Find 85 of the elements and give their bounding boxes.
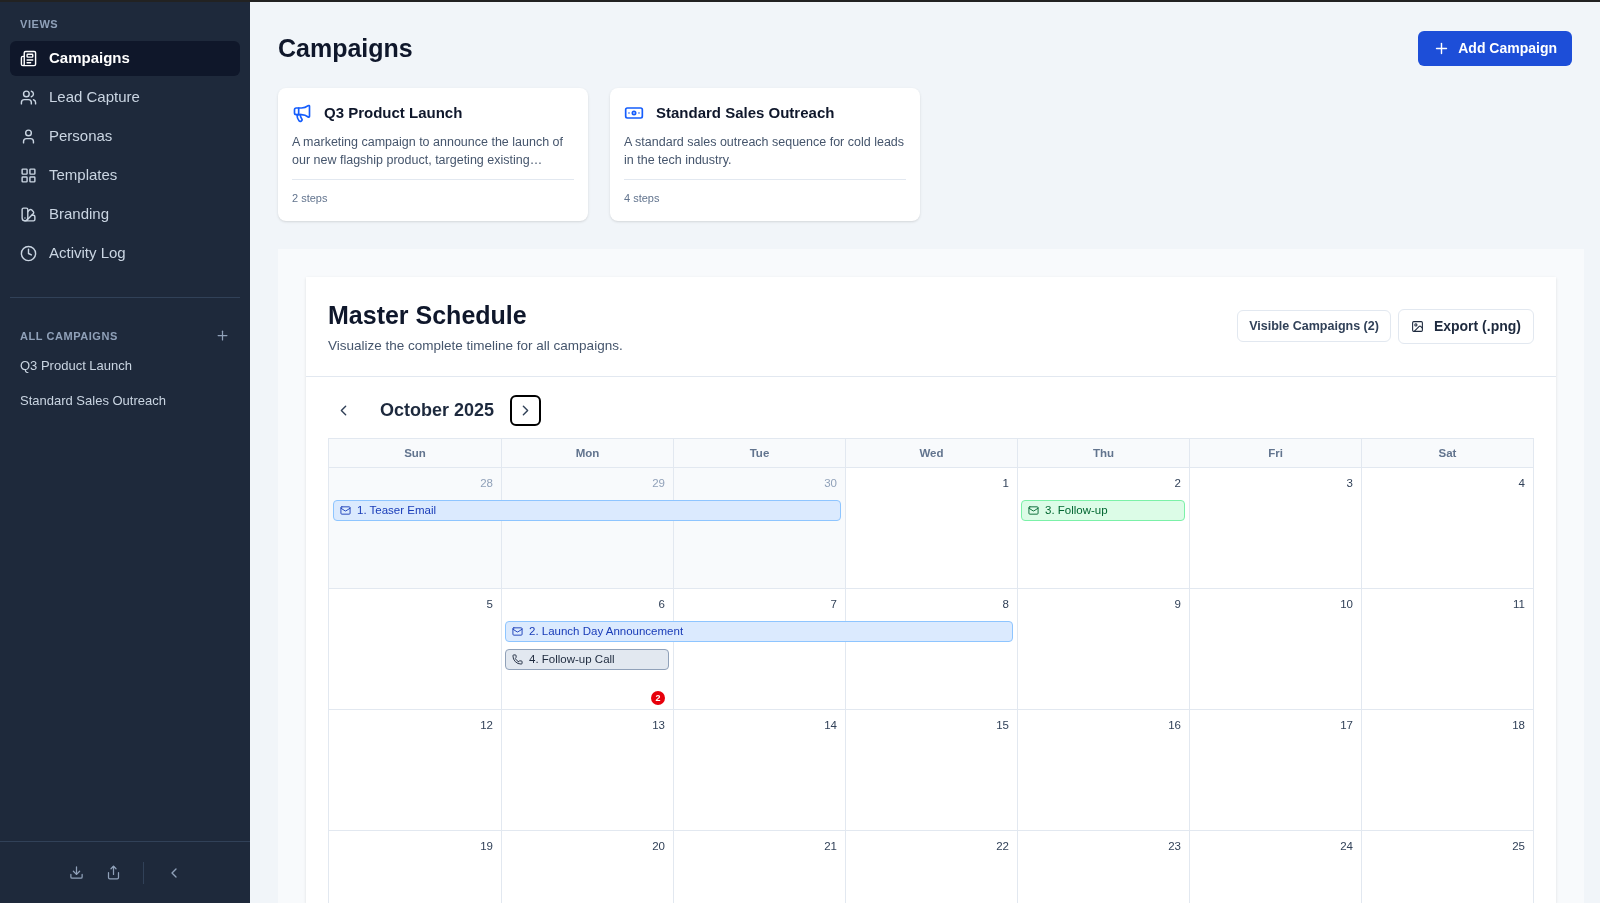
weekday-header: Wed [845, 439, 1017, 468]
visible-campaigns-button[interactable]: Visible Campaigns (2) [1237, 310, 1391, 343]
step-count: 4 steps [624, 191, 661, 206]
weekday-header: Sat [1361, 439, 1533, 468]
day-number: 15 [996, 718, 1009, 734]
campaign-link[interactable]: Standard Sales Outreach [20, 390, 230, 410]
count-badge: 2 [651, 691, 665, 706]
day-number: 5 [486, 597, 493, 613]
weekday-header: Fri [1189, 439, 1361, 468]
campaign-card[interactable]: Standard Sales Outreach A standard sales outreach sequence for cold leads in the tech industry. 4 steps [610, 87, 920, 221]
swatch-icon [20, 205, 37, 223]
campaign-link[interactable]: Q3 Product Launch [20, 356, 230, 376]
day-number: 29 [652, 476, 665, 492]
day-number: 28 [480, 476, 493, 492]
event-label: 2. Launch Day Announcement [529, 624, 684, 640]
day-number: 8 [1002, 597, 1009, 613]
event-bar[interactable]: 1. Teaser Email [333, 500, 841, 522]
day-number: 11 [1513, 597, 1525, 613]
day-number: 4 [1518, 476, 1525, 492]
day-number: 24 [1340, 839, 1353, 855]
day-number: 2 [1174, 476, 1181, 492]
nav-item[interactable]: Campaigns [10, 40, 240, 76]
day-number: 13 [652, 718, 665, 734]
day-number: 7 [830, 597, 837, 613]
users-icon [20, 88, 37, 106]
add-campaign-button[interactable]: Add Campaign [1418, 31, 1572, 67]
weekday-header: Thu [1017, 439, 1189, 468]
nav-item[interactable]: Lead Capture [10, 79, 240, 115]
card-description: A marketing campaign to announce the launch of our new flagship product, targeting existing… [292, 134, 564, 169]
card-title: Q3 Product Launch [324, 102, 463, 123]
notebook-icon [20, 49, 37, 67]
day-number: 6 [658, 597, 665, 613]
event-bar[interactable]: 2. Launch Day Announcement [505, 621, 1013, 643]
step-count: 2 steps [292, 191, 329, 206]
nav-item[interactable]: Templates [10, 157, 240, 193]
day-number: 30 [824, 476, 837, 492]
phone-icon [512, 654, 523, 666]
event-bar[interactable]: 3. Follow-up [1021, 500, 1185, 522]
event-bar[interactable]: 4. Follow-up Call [505, 649, 669, 671]
day-number: 17 [1340, 718, 1353, 734]
page-title: Campaigns [278, 33, 413, 64]
megaphone-icon [292, 102, 312, 123]
day-number: 3 [1346, 476, 1353, 492]
day-number: 23 [1168, 839, 1181, 855]
day-number: 10 [1340, 597, 1353, 613]
download-icon[interactable] [68, 865, 84, 880]
mail-icon [340, 505, 351, 517]
day-number: 9 [1174, 597, 1181, 613]
card-title: Standard Sales Outreach [656, 102, 835, 123]
schedule-title: Master Schedule [328, 299, 528, 331]
event-label: 1. Teaser Email [357, 503, 437, 519]
day-number: 14 [824, 718, 837, 734]
section-heading: VIEWS [19, 17, 60, 32]
day-number: 1 [1002, 476, 1009, 492]
mail-icon [1028, 505, 1039, 517]
user-icon [20, 127, 37, 145]
weekday-header: Sun [403, 445, 427, 461]
mail-icon [512, 626, 523, 638]
day-number: 22 [996, 839, 1009, 855]
day-number: 19 [480, 839, 493, 855]
day-number: 12 [480, 718, 493, 734]
day-number: 25 [1512, 839, 1525, 855]
day-number: 16 [1168, 718, 1181, 734]
day-number: 18 [1512, 718, 1525, 734]
weekday-header: Mon [501, 439, 673, 468]
card-description: A standard sales outreach sequence for cold leads in the tech industry. [624, 134, 906, 169]
clock-icon [20, 244, 37, 262]
nav-item[interactable]: Activity Log [10, 235, 240, 271]
campaign-card[interactable]: Q3 Product Launch A marketing campaign to announce the launch of our new flagship product, targeting existing… 2 steps [278, 87, 588, 221]
nav-item[interactable]: Personas [10, 118, 240, 154]
next-month-button[interactable] [510, 395, 542, 427]
section-heading: ALL CAMPAIGNS [20, 328, 118, 344]
weekday-header: Tue [673, 439, 845, 468]
event-label: 4. Follow-up Call [529, 652, 615, 668]
image-icon [1410, 319, 1424, 333]
event-label: 3. Follow-up [1045, 503, 1108, 519]
month-label: October 2025 [380, 399, 495, 423]
day-number: 21 [824, 839, 837, 855]
add-icon[interactable] [215, 328, 230, 344]
day-number: 20 [652, 839, 665, 855]
grid-icon [20, 166, 37, 184]
nav-item[interactable]: Branding [10, 196, 240, 232]
schedule-subtitle: Visualize the complete timeline for all campaigns. [328, 337, 623, 355]
upload-icon[interactable] [105, 865, 121, 880]
export-button[interactable]: Export (.png) [1397, 308, 1534, 344]
